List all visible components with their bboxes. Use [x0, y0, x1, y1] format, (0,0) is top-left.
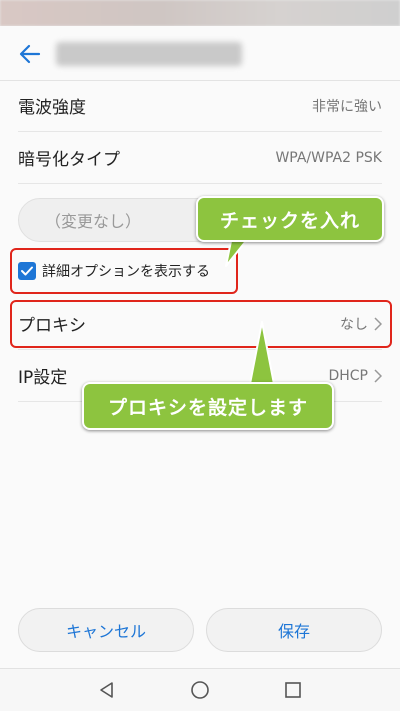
triangle-back-icon	[99, 682, 113, 698]
nav-home-button[interactable]	[180, 670, 220, 710]
nav-recents-button[interactable]	[273, 670, 313, 710]
square-recents-icon	[285, 682, 302, 698]
proxy-callout: プロキシを設定します	[82, 382, 334, 430]
check-callout: チェックを入れ	[196, 196, 384, 242]
navigation-bar	[0, 668, 400, 711]
callout-pointers	[225, 235, 275, 385]
circle-home-icon	[191, 681, 209, 699]
nav-back-button[interactable]	[87, 670, 127, 710]
